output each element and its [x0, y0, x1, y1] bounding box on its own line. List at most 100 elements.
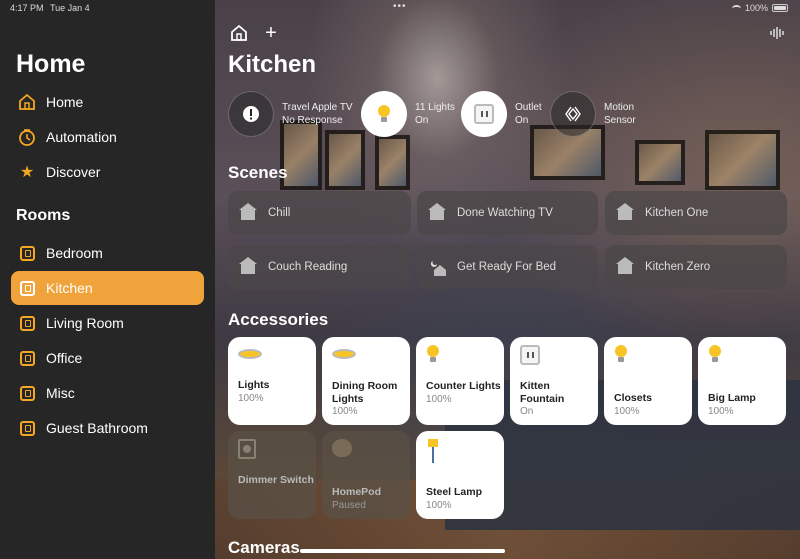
scene-kitchen-zero[interactable]: Kitchen Zero: [605, 245, 787, 289]
status-bar: 4:17 PM Tue Jan 4 ••• 100%: [0, 0, 800, 16]
accessory-counter-lights[interactable]: Counter Lights 100%: [416, 337, 504, 425]
room-icon: [17, 278, 37, 298]
accessory-status: 100%: [426, 393, 452, 405]
plus-icon: +: [265, 21, 277, 44]
house-icon: [17, 92, 37, 112]
sidebar: Home Home Automation ★ Discover Rooms Be…: [0, 0, 215, 559]
sidebar-item-misc[interactable]: Misc: [11, 376, 204, 410]
accessory-dimmer-switch[interactable]: Dimmer Switch: [228, 431, 316, 519]
dimmer-switch-icon: [238, 439, 306, 463]
add-button[interactable]: +: [260, 22, 282, 44]
wall-frame: [325, 130, 365, 190]
accessory-name: Steel Lamp: [426, 486, 483, 498]
status-travel-apple-tv[interactable]: Travel Apple TV No Response: [228, 90, 353, 137]
accessory-status: 100%: [708, 405, 734, 417]
floor-lamp-icon: [426, 439, 494, 463]
room-icon: [17, 243, 37, 263]
wall-frame: [375, 135, 410, 190]
sidebar-item-discover[interactable]: ★ Discover: [11, 155, 204, 189]
home-button[interactable]: [228, 22, 250, 44]
scene-label: Kitchen One: [645, 207, 709, 219]
accessories-header: Accessories: [228, 310, 329, 329]
accessory-status: 100%: [238, 392, 264, 404]
outlet-icon: [461, 90, 507, 137]
status-lights[interactable]: 11 Lights On: [361, 90, 455, 137]
motion-sensor-icon: [550, 90, 596, 137]
accessory-dining-room-lights[interactable]: Dining Room Lights 100%: [322, 337, 410, 425]
main-content: + Kitchen Travel Apple TV No Response 11…: [215, 0, 800, 559]
status-motion-sensor[interactable]: Motion Sensor: [550, 90, 636, 137]
status-line1: Outlet: [515, 101, 542, 113]
accessory-homepod[interactable]: HomePod Paused: [322, 431, 410, 519]
lightbulb-icon: [361, 90, 407, 137]
room-icon: [17, 313, 37, 333]
house-icon: [616, 257, 635, 275]
scene-couch-reading[interactable]: Couch Reading: [228, 245, 411, 289]
accessory-big-lamp[interactable]: Big Lamp 100%: [698, 337, 786, 425]
accessory-status: 100%: [614, 405, 640, 417]
accessory-status: 100%: [332, 406, 358, 417]
lightbulb-icon: [426, 345, 494, 369]
accessory-lights[interactable]: Lights 100%: [228, 337, 316, 425]
scene-label: Chill: [268, 207, 291, 219]
house-icon: [239, 203, 258, 221]
status-time: 4:17 PM: [10, 3, 44, 13]
moon-house-icon: [429, 259, 447, 276]
sidebar-item-home[interactable]: Home: [11, 85, 204, 119]
house-icon: [616, 203, 635, 221]
sidebar-item-label: Guest Bathroom: [46, 420, 148, 436]
sidebar-title: Home: [16, 50, 86, 78]
battery-percent: 100%: [744, 3, 768, 13]
scene-chill[interactable]: Chill: [228, 191, 411, 235]
sidebar-item-guest-bathroom[interactable]: Guest Bathroom: [11, 411, 204, 445]
cameras-header: Cameras: [228, 538, 300, 557]
status-line1: Motion: [604, 101, 635, 113]
multitasking-dots-icon[interactable]: •••: [393, 1, 407, 12]
sidebar-item-kitchen[interactable]: Kitchen: [11, 271, 204, 305]
room-icon: [17, 418, 37, 438]
intercom-button[interactable]: [766, 22, 788, 44]
status-line2: On: [515, 114, 529, 126]
accessory-name: Lights: [238, 379, 270, 391]
outlet-icon: [520, 345, 588, 369]
wall-frame: [635, 140, 685, 185]
ceiling-light-icon: [238, 349, 306, 373]
scene-label: Done Watching TV: [457, 207, 553, 219]
status-line2: On: [415, 114, 429, 126]
house-icon: [428, 203, 447, 221]
homepod-icon: [332, 439, 400, 463]
sidebar-item-label: Discover: [46, 164, 101, 180]
accessory-kitten-fountain[interactable]: Kitten Fountain On: [510, 337, 598, 425]
accessory-closets[interactable]: Closets 100%: [604, 337, 692, 425]
rooms-header: Rooms: [16, 207, 71, 224]
accessory-name: Closets: [614, 392, 652, 404]
sidebar-item-label: Office: [46, 350, 83, 366]
battery-icon: [772, 4, 788, 12]
home-indicator[interactable]: [300, 549, 505, 553]
status-line2: No Response: [282, 114, 343, 126]
house-icon: [239, 257, 258, 275]
scene-label: Kitchen Zero: [645, 261, 711, 273]
scenes-header: Scenes: [228, 163, 288, 182]
scene-get-ready-for-bed[interactable]: Get Ready For Bed: [417, 245, 598, 289]
scene-label: Get Ready For Bed: [457, 261, 557, 273]
scene-done-watching-tv[interactable]: Done Watching TV: [417, 191, 598, 235]
accessory-name: Dimmer Switch: [238, 474, 314, 486]
status-line1: 11 Lights: [415, 101, 455, 113]
star-icon: ★: [19, 164, 35, 181]
alert-icon: [228, 90, 274, 137]
scene-kitchen-one[interactable]: Kitchen One: [605, 191, 787, 235]
sidebar-item-label: Kitchen: [46, 280, 93, 296]
lightbulb-icon: [708, 345, 776, 369]
sidebar-item-label: Automation: [46, 129, 117, 145]
status-line2: Sensor: [604, 114, 636, 126]
status-outlet[interactable]: Outlet On: [461, 90, 542, 137]
status-date: Tue Jan 4: [50, 3, 90, 13]
scene-label: Couch Reading: [268, 261, 348, 273]
sidebar-item-office[interactable]: Office: [11, 341, 204, 375]
sidebar-item-bedroom[interactable]: Bedroom: [11, 236, 204, 270]
accessory-steel-lamp[interactable]: Steel Lamp 100%: [416, 431, 504, 519]
sidebar-item-automation[interactable]: Automation: [11, 120, 204, 154]
sidebar-item-label: Bedroom: [46, 245, 103, 261]
sidebar-item-living-room[interactable]: Living Room: [11, 306, 204, 340]
